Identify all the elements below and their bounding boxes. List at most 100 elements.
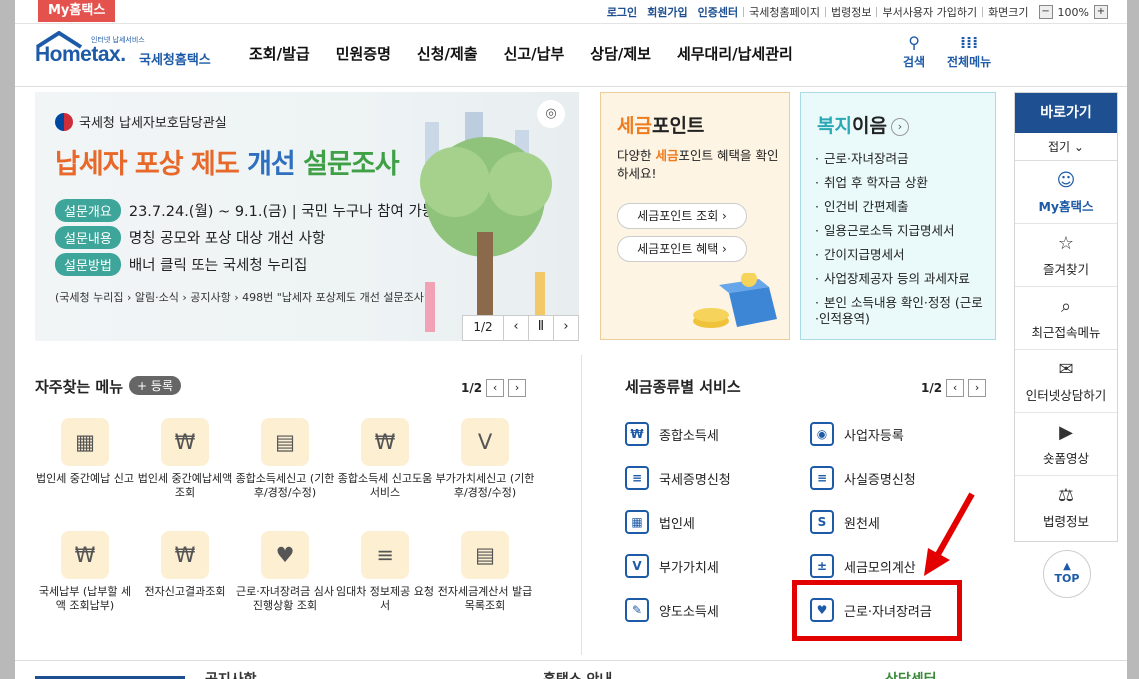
favorites-title-text: 자주찾는 메뉴 xyxy=(35,378,124,396)
banner-row-text: 배너 클릭 또는 국세청 누리집 xyxy=(128,258,308,274)
favorite-label: 국세납부 (납부할 세액 조회납부) xyxy=(38,585,132,612)
quick-label: My홈택스 xyxy=(1038,199,1094,214)
signup-link[interactable]: 회원가입 xyxy=(642,4,692,20)
quick-myhometax[interactable]: ☺ My홈택스 xyxy=(1015,161,1117,224)
service-corporate-tax[interactable]: ▦ 법인세 xyxy=(625,510,695,534)
service-tax-certificate[interactable]: ≡ 국세증명신청 xyxy=(625,466,731,490)
tax-point-title: 세금포인트 xyxy=(617,111,704,138)
cert-center-link[interactable]: 인증센터 xyxy=(693,4,743,20)
welfare-title-highlight: 복지 xyxy=(817,115,852,137)
welfare-item[interactable]: 취업 후 학자금 상환 xyxy=(815,171,985,195)
banner-title-part: 설문조사 xyxy=(294,149,399,180)
logo-subtitle: 국세청홈택스 xyxy=(139,53,211,68)
nav-apply[interactable]: 신청/제출 xyxy=(417,43,478,64)
service-income-tax[interactable]: ₩ 종합소득세 xyxy=(625,422,719,446)
quick-shortform-video[interactable]: ▶ 숏폼영상 xyxy=(1015,413,1117,476)
myhome-tag[interactable]: My홈택스 xyxy=(38,0,116,22)
favorite-item[interactable]: ₩ 전자신고결과조회 xyxy=(135,531,235,599)
tax-services-prev-button[interactable]: ‹ xyxy=(946,379,965,397)
service-label: 부가가치세 xyxy=(659,560,719,576)
favorite-item[interactable]: ₩ 법인세 중간예납세액 조회 xyxy=(135,418,235,500)
hometax-guide-title[interactable]: 홈택스 안내 xyxy=(543,669,612,679)
service-vat[interactable]: V 부가가치세 xyxy=(625,554,719,578)
service-tax-simulation[interactable]: ± 세금모의계산 xyxy=(810,554,916,578)
favorite-item[interactable]: ▤ 종합소득세신고 (기한후/경정/수정) xyxy=(235,418,335,500)
service-fact-certificate[interactable]: ≡ 사실증명신청 xyxy=(810,466,916,490)
favorite-item[interactable]: ₩ 종합소득세 신고도움 서비스 xyxy=(335,418,435,500)
service-withholding-tax[interactable]: S 원천세 xyxy=(810,510,880,534)
service-label: 세금모의계산 xyxy=(844,560,916,576)
tax-point-inquiry-button[interactable]: 세금포인트 조회 › xyxy=(617,203,747,229)
utility-links: 로그인 회원가입 인증센터 국세청홈페이지 법령정보 부서사용자 가입하기 화면… xyxy=(602,4,1113,20)
nav-agent[interactable]: 세무대리/납세관리 xyxy=(677,43,793,64)
welfare-item[interactable]: 일용근로소득 지급명세서 xyxy=(815,219,985,243)
won-search-icon: ₩ xyxy=(361,418,409,466)
quick-menu-fold-button[interactable]: 접기 ⌄ xyxy=(1015,133,1117,161)
nav-certificates[interactable]: 민원증명 xyxy=(336,43,391,64)
favorites-next-button[interactable]: › xyxy=(508,379,527,397)
quick-favorites[interactable]: ☆ 즐겨찾기 xyxy=(1015,224,1117,287)
nav-report-pay[interactable]: 신고/납부 xyxy=(504,43,565,64)
search-label: 검색 xyxy=(903,55,926,69)
quick-online-consult[interactable]: ✉ 인터넷상담하기 xyxy=(1015,350,1117,413)
favorite-item[interactable]: ▤ 전자세금계산서 발급목록조회 xyxy=(435,531,535,613)
favorites-prev-button[interactable]: ‹ xyxy=(486,379,505,397)
service-business-registration[interactable]: ◉ 사업자등록 xyxy=(810,422,904,446)
service-label: 양도소득세 xyxy=(659,604,719,620)
banner-next-button[interactable]: › xyxy=(553,316,578,340)
welfare-item[interactable]: 근로·자녀장려금 xyxy=(815,147,985,171)
banner-prev-button[interactable]: ‹ xyxy=(503,316,528,340)
desc-highlight: 세금 xyxy=(655,148,679,163)
tax-services-next-button[interactable]: › xyxy=(968,379,987,397)
banner-org-name: 국세청 납세자보호담당관실 xyxy=(79,116,227,131)
welfare-item[interactable]: 본인 소득내용 확인·정정 (근로·인적용역) xyxy=(815,291,985,327)
section-divider xyxy=(581,355,582,655)
welfare-item[interactable]: 사업장제공자 등의 과세자료 xyxy=(815,267,985,291)
star-icon: ☆ xyxy=(1057,233,1075,254)
dept-user-link[interactable]: 부서사용자 가입하기 xyxy=(877,4,982,20)
zoom-in-button[interactable]: + xyxy=(1094,5,1108,19)
zoom-out-button[interactable]: − xyxy=(1038,5,1053,19)
favorite-label: 종합소득세신고 (기한후/경정/수정) xyxy=(235,472,335,499)
welfare-title[interactable]: 복지이음 › xyxy=(817,111,909,138)
law-info-link[interactable]: 법령정보 xyxy=(826,4,876,20)
hometax-logo[interactable]: 인터넷 납세서비스 Hometax. 국세청홈택스 xyxy=(35,31,225,75)
favorite-item[interactable]: V 부가가치세신고 (기한후/경정/수정) xyxy=(435,418,535,500)
add-favorite-button[interactable]: + 등록 xyxy=(129,376,181,395)
desc-part: 다양한 xyxy=(617,148,656,163)
favorite-label: 법인세 중간예납 신고 xyxy=(35,472,135,485)
tax-point-benefit-button[interactable]: 세금포인트 혜택 › xyxy=(617,236,747,262)
welfare-item[interactable]: 인건비 간편제출 xyxy=(815,195,985,219)
all-menu-button[interactable]: ⁞⁞⁞ 전체메뉴 xyxy=(947,33,991,70)
welfare-card: 복지이음› 근로·자녀장려금 취업 후 학자금 상환 인건비 간편제출 일용근로… xyxy=(800,92,996,340)
favorite-item[interactable]: ♥ 근로·자녀장려금 심사진행상황 조회 xyxy=(235,531,335,613)
search-button[interactable]: ⚲ 검색 xyxy=(903,33,925,70)
service-label: 사실증명신청 xyxy=(844,472,916,488)
nav-consult[interactable]: 상담/제보 xyxy=(590,43,651,64)
service-label: 국세증명신청 xyxy=(659,472,731,488)
favorite-item[interactable]: ▦ 법인세 중간예납 신고 xyxy=(35,418,135,486)
nts-homepage-link[interactable]: 국세청홈페이지 xyxy=(744,4,825,20)
scroll-top-button[interactable]: ▲ TOP xyxy=(1043,550,1091,598)
welfare-title-rest: 이음 xyxy=(851,115,887,137)
zoom-lens-icon[interactable]: ◎ xyxy=(537,100,565,128)
quick-label: 최근접속메뉴 xyxy=(1031,325,1101,340)
favorite-item[interactable]: ₩ 국세납부 (납부할 세액 조회납부) xyxy=(35,531,135,613)
red-arrow-icon xyxy=(924,492,975,576)
nav-inquiry[interactable]: 조회/발급 xyxy=(249,43,310,64)
quick-recent-menu[interactable]: ⌕ 최근접속메뉴 xyxy=(1015,287,1117,350)
search-icon: ⚲ xyxy=(908,33,920,52)
consult-center-title[interactable]: 상담센터 xyxy=(885,669,937,679)
notice-title[interactable]: 공지사항 xyxy=(205,669,257,679)
banner-pill: 설문내용 xyxy=(55,226,121,249)
favorite-item[interactable]: ≡ 임대차 정보제공 요청서 xyxy=(335,531,435,613)
quick-label: 인터넷상담하기 xyxy=(1025,388,1107,403)
service-capital-gains-tax[interactable]: ✎ 양도소득세 xyxy=(625,598,719,622)
welfare-item[interactable]: 간이지급명세서 xyxy=(815,243,985,267)
login-link[interactable]: 로그인 xyxy=(602,4,642,20)
global-nav: 조회/발급 민원증명 신청/제출 신고/납부 상담/제보 세무대리/납세관리 xyxy=(249,43,819,64)
banner-pause-button[interactable]: Ⅱ xyxy=(528,316,553,340)
quick-law-info[interactable]: ⚖ 법령정보 xyxy=(1015,476,1117,539)
survey-banner[interactable]: 국세청 납세자보호담당관실 납세자 포상 제도 개선 설문조사 설문개요 23.… xyxy=(35,92,579,341)
building-icon: ▦ xyxy=(61,418,109,466)
